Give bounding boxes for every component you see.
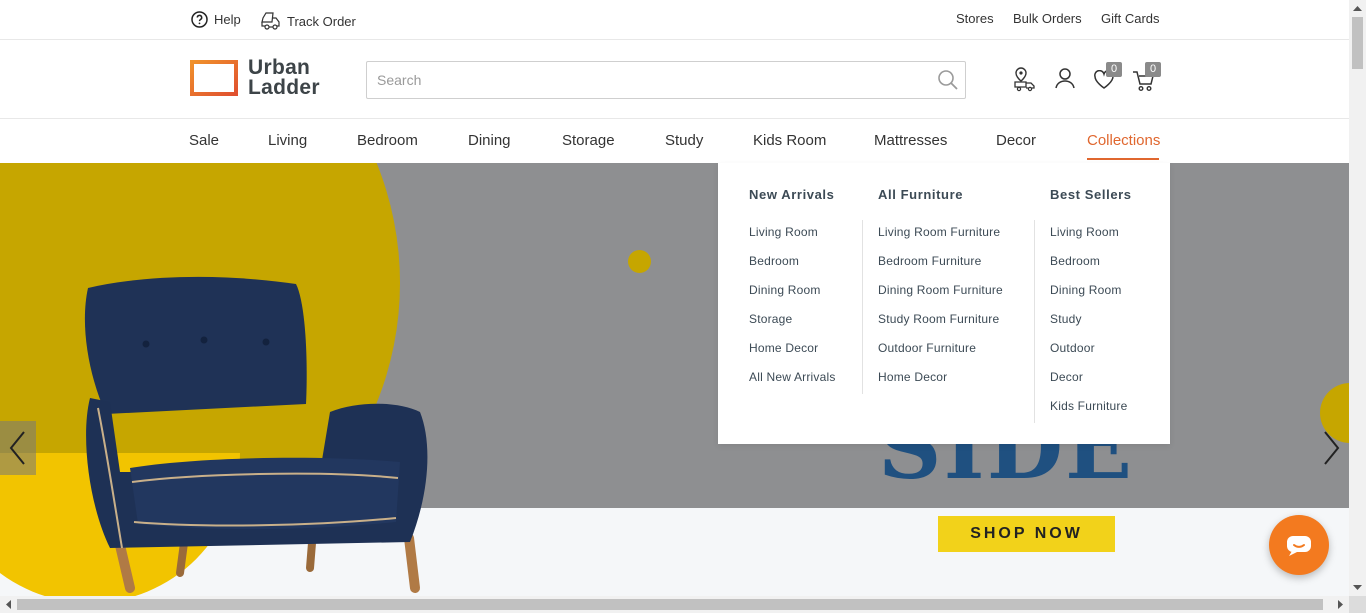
dropdown-link[interactable]: Kids Furniture <box>1050 398 1132 427</box>
dropdown-link[interactable]: Study Room Furniture <box>878 311 1003 340</box>
nav-item-mattresses[interactable]: Mattresses <box>874 132 947 149</box>
shop-now-button[interactable]: SHOP NOW <box>938 516 1115 552</box>
nav-item-collections[interactable]: Collections <box>1087 132 1160 149</box>
search-icon[interactable] <box>937 69 959 96</box>
dropdown-link[interactable]: Living Room Furniture <box>878 224 1003 253</box>
nav-item-storage[interactable]: Storage <box>562 132 615 149</box>
logo-mark <box>190 60 238 96</box>
dropdown-link[interactable]: Living Room <box>749 224 836 253</box>
track-order-label: Track Order <box>287 13 356 29</box>
column-title[interactable]: New Arrivals <box>749 187 836 202</box>
main-nav: Sale Living Bedroom Dining Storage Study… <box>0 120 1349 162</box>
track-delivery-icon[interactable] <box>1012 66 1038 97</box>
search-input[interactable] <box>367 62 917 98</box>
column-title[interactable]: All Furniture <box>878 187 1003 202</box>
nav-item-dining[interactable]: Dining <box>468 132 511 149</box>
dropdown-column-new-arrivals: New Arrivals Living Room Bedroom Dining … <box>749 187 836 398</box>
gift-cards-link[interactable]: Gift Cards <box>1101 11 1160 26</box>
dropdown-link[interactable]: Dining Room <box>1050 282 1132 311</box>
logo-line-1: Urban <box>248 56 311 79</box>
dropdown-link[interactable]: Dining Room <box>749 282 836 311</box>
vertical-scroll-thumb[interactable] <box>1352 17 1363 69</box>
dropdown-link[interactable]: Bedroom <box>749 253 836 282</box>
dropdown-link[interactable]: Decor <box>1050 369 1132 398</box>
help-icon <box>191 11 208 28</box>
stores-link[interactable]: Stores <box>956 11 994 26</box>
chevron-right-icon <box>1324 431 1340 465</box>
scroll-right-icon <box>1338 600 1343 609</box>
vertical-scrollbar[interactable] <box>1349 0 1366 596</box>
nav-item-kids-room[interactable]: Kids Room <box>753 132 826 149</box>
dropdown-column-best-sellers: Best Sellers Living Room Bedroom Dining … <box>1050 187 1132 427</box>
dropdown-link[interactable]: Home Decor <box>878 369 1003 398</box>
dropdown-link[interactable]: Storage <box>749 311 836 340</box>
cart-button[interactable]: 0 <box>1132 62 1161 97</box>
dropdown-link[interactable]: Study <box>1050 311 1132 340</box>
horizontal-scrollbar[interactable] <box>0 596 1349 613</box>
top-bar: Help Track Order Stores Bulk Orders Gift… <box>0 0 1349 40</box>
column-divider <box>862 220 863 394</box>
dropdown-column-all-furniture: All Furniture Living Room Furniture Bedr… <box>878 187 1003 398</box>
wishlist-count-badge: 0 <box>1106 62 1122 77</box>
dropdown-link[interactable]: Bedroom Furniture <box>878 253 1003 282</box>
horizontal-scroll-thumb[interactable] <box>17 599 1323 610</box>
dropdown-link[interactable]: Living Room <box>1050 224 1132 253</box>
nav-item-sale[interactable]: Sale <box>189 132 219 149</box>
nav-item-bedroom[interactable]: Bedroom <box>357 132 418 149</box>
column-title[interactable]: Best Sellers <box>1050 187 1132 202</box>
dropdown-link[interactable]: Bedroom <box>1050 253 1132 282</box>
logo[interactable]: Urban Ladder <box>190 56 320 99</box>
column-divider <box>1034 220 1035 423</box>
truck-icon <box>261 12 280 30</box>
dropdown-link[interactable]: Home Decor <box>749 340 836 369</box>
nav-item-decor[interactable]: Decor <box>996 132 1036 149</box>
scrollbar-corner <box>1349 596 1366 613</box>
scroll-up-icon <box>1353 6 1362 11</box>
active-nav-underline <box>1087 158 1159 160</box>
nav-item-living[interactable]: Living <box>268 132 307 149</box>
logo-text: Urban Ladder <box>248 56 320 99</box>
chevron-left-icon <box>9 431 25 465</box>
search-box <box>366 61 966 99</box>
collections-dropdown: New Arrivals Living Room Bedroom Dining … <box>718 163 1170 444</box>
scroll-left-icon <box>6 600 11 609</box>
chat-icon <box>1287 536 1311 556</box>
scroll-down-icon <box>1353 585 1362 590</box>
dropdown-link[interactable]: Outdoor Furniture <box>878 340 1003 369</box>
wishlist-button[interactable]: 0 <box>1093 62 1122 95</box>
nav-item-study[interactable]: Study <box>665 132 703 149</box>
dropdown-link[interactable]: Outdoor <box>1050 340 1132 369</box>
chat-widget-button[interactable] <box>1269 515 1329 575</box>
account-icon[interactable] <box>1054 67 1076 94</box>
dropdown-link[interactable]: All New Arrivals <box>749 369 836 398</box>
help-label: Help <box>214 12 241 27</box>
help-link[interactable]: Help <box>191 11 241 28</box>
track-order-link[interactable]: Track Order <box>260 11 356 31</box>
page: Help Track Order Stores Bulk Orders Gift… <box>0 0 1366 613</box>
logo-line-2: Ladder <box>248 76 320 99</box>
hero-decor-dot <box>628 250 651 273</box>
dropdown-link[interactable]: Dining Room Furniture <box>878 282 1003 311</box>
bulk-orders-link[interactable]: Bulk Orders <box>1013 11 1082 26</box>
cart-count-badge: 0 <box>1145 62 1161 77</box>
carousel-next-button[interactable] <box>1313 421 1349 475</box>
carousel-prev-button[interactable] <box>0 421 36 475</box>
armchair-image <box>84 276 428 593</box>
header: Urban Ladder 0 0 <box>0 41 1349 119</box>
